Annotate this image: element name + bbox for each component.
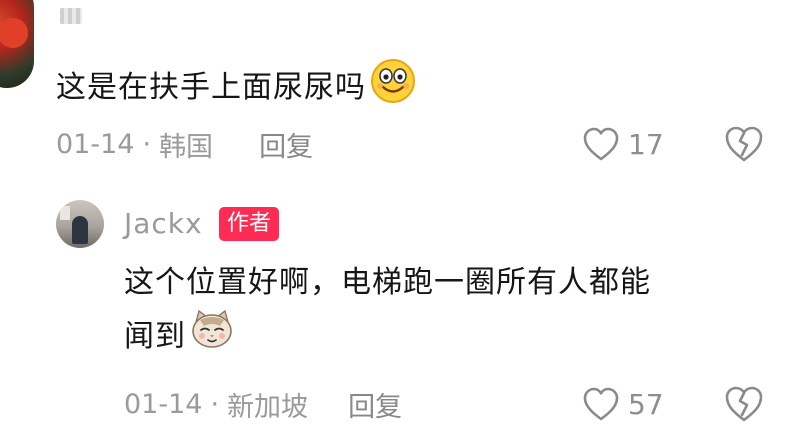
reply-button[interactable]: 回复 — [348, 385, 402, 424]
like-button[interactable]: 17 — [582, 124, 664, 164]
avatar-image-detail — [72, 216, 88, 244]
avatar-image-detail — [60, 206, 70, 220]
reply-comment-text: 这个位置好啊，电梯跑一圈所有人都能 闻到 — [124, 258, 774, 366]
comment-date: 01-14 — [124, 388, 203, 420]
like-count: 57 — [628, 387, 664, 421]
heart-icon — [583, 387, 619, 421]
heart-icon — [583, 127, 619, 161]
broken-heart-icon — [725, 126, 763, 162]
top-comment-body: 这是在扶手上面尿尿吗 — [56, 69, 366, 105]
comment-location: 韩国 — [159, 131, 214, 163]
broken-heart-icon — [725, 386, 763, 422]
commenter-username-obscured[interactable] — [60, 8, 82, 24]
like-button[interactable]: 57 — [582, 384, 664, 424]
comment-location: 新加坡 — [227, 391, 309, 423]
grinning-face-icon — [370, 58, 416, 117]
cat-face-icon — [190, 308, 234, 366]
top-comment-text: 这是在扶手上面尿尿吗 — [56, 58, 416, 117]
avatar-image-detail — [0, 18, 28, 48]
separator-dot: · — [142, 128, 152, 160]
commenter-avatar[interactable] — [0, 0, 34, 88]
reply-text-line: 这个位置好啊，电梯跑一圈所有人都能 — [124, 265, 651, 300]
like-count: 17 — [628, 127, 664, 161]
author-badge: 作者 — [219, 207, 280, 241]
separator-dot: · — [210, 388, 220, 420]
reply-text-line: 闻到 — [124, 319, 186, 354]
top-comment-meta: 01-14 · 韩国 回复 — [56, 124, 313, 164]
reply-button[interactable]: 回复 — [259, 125, 313, 164]
reply-comment-meta: 01-14 · 新加坡 回复 — [124, 384, 402, 424]
dislike-button[interactable] — [723, 124, 765, 164]
reply-username[interactable]: Jackx — [124, 204, 203, 244]
reply-avatar[interactable] — [56, 200, 104, 248]
comment-date: 01-14 — [56, 128, 135, 160]
dislike-button[interactable] — [723, 384, 765, 424]
